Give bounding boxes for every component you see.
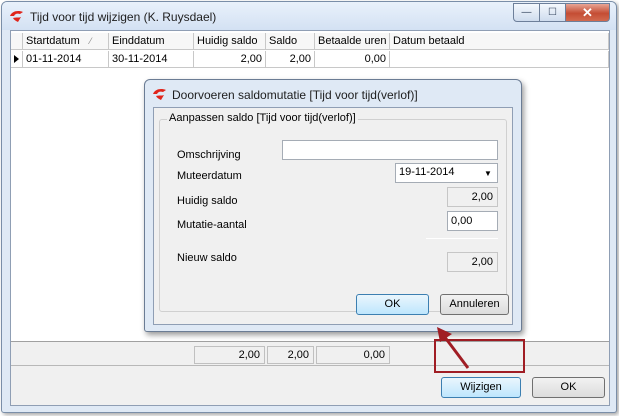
wijzigen-button[interactable]: Wijzigen [441, 377, 521, 398]
column-header-datum-betaald[interactable]: Datum betaald [390, 33, 609, 50]
ok-button[interactable]: OK [532, 377, 605, 398]
minimize-button[interactable]: — [513, 3, 540, 22]
app-logo-icon [10, 11, 23, 22]
group-title: Aanpassen saldo [Tijd voor tijd(verlof)] [167, 112, 358, 124]
dialog-client-area: Aanpassen saldo [Tijd voor tijd(verlof)]… [153, 107, 513, 325]
maximize-button[interactable]: ☐ [540, 3, 566, 22]
window-title: Tijd voor tijd wijzigen (K. Ruysdael) [30, 10, 217, 24]
column-header-label: Startdatum [26, 35, 80, 47]
column-header-huidig-saldo[interactable]: Huidig saldo [194, 33, 266, 50]
muteerdatum-datepicker[interactable]: 19-11-2014 ▼ [395, 163, 498, 183]
muteerdatum-label: Muteerdatum [177, 170, 242, 182]
annotation-highlight-box [434, 339, 525, 373]
table-row[interactable]: 01-11-2014 30-11-2014 2,00 2,00 0,00 [11, 51, 609, 68]
cell-betaalde-uren[interactable]: 0,00 [315, 51, 390, 68]
column-header-saldo[interactable]: Saldo [266, 33, 315, 50]
cell-datum-betaald[interactable] [390, 51, 609, 68]
muteerdatum-value: 19-11-2014 [399, 166, 455, 178]
close-button[interactable]: ✕ [566, 3, 610, 22]
sort-icon: ⁄ [89, 36, 92, 46]
dialog-ok-button[interactable]: OK [356, 294, 429, 315]
omschrijving-label: Omschrijving [177, 149, 241, 161]
dialog-title: Doorvoeren saldomutatie [Tijd voor tijd(… [172, 88, 418, 102]
annuleren-button[interactable]: Annuleren [440, 294, 509, 315]
mutatie-aantal-input[interactable] [447, 211, 498, 231]
column-header-startdatum[interactable]: Startdatum ⁄ [23, 33, 109, 50]
huidig-saldo-label: Huidig saldo [177, 195, 238, 207]
row-pointer-icon [14, 55, 19, 63]
column-header-betaalde-uren[interactable]: Betaalde uren [315, 33, 390, 50]
grid-header: Startdatum ⁄ Einddatum Huidig saldo Saldo… [11, 33, 609, 50]
omschrijving-input[interactable] [282, 140, 498, 160]
row-indicator-header [11, 33, 23, 50]
cell-huidig-saldo[interactable]: 2,00 [194, 51, 266, 68]
mutatie-aantal-label: Mutatie-aantal [177, 219, 247, 231]
window-controls: — ☐ ✕ [513, 3, 610, 22]
column-header-einddatum[interactable]: Einddatum [109, 33, 194, 50]
total-saldo: 2,00 [267, 346, 314, 364]
dropdown-arrow-icon[interactable]: ▼ [481, 166, 495, 180]
cell-einddatum[interactable]: 30-11-2014 [109, 51, 194, 68]
row-indicator [11, 51, 23, 68]
total-betaalde-uren: 0,00 [316, 346, 390, 364]
app-logo-icon [153, 89, 166, 100]
nieuw-saldo-value: 2,00 [447, 252, 498, 272]
nieuw-saldo-label: Nieuw saldo [177, 252, 237, 264]
saldomutatie-dialog: Doorvoeren saldomutatie [Tijd voor tijd(… [144, 79, 522, 332]
window-titlebar[interactable]: Tijd voor tijd wijzigen (K. Ruysdael) — … [2, 2, 616, 30]
huidig-saldo-value: 2,00 [447, 187, 498, 207]
separator-line [426, 238, 498, 239]
cell-startdatum[interactable]: 01-11-2014 [23, 51, 109, 68]
cell-saldo[interactable]: 2,00 [266, 51, 315, 68]
total-huidig-saldo: 2,00 [194, 346, 265, 364]
